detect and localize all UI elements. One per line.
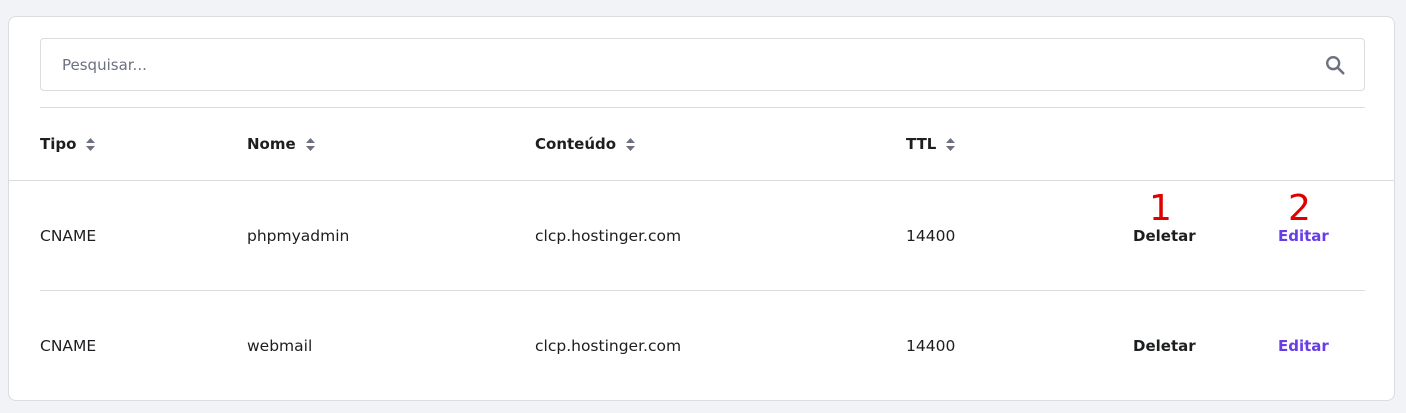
- column-header-nome[interactable]: Nome: [247, 135, 315, 153]
- cell-tipo: CNAME: [40, 227, 97, 245]
- sort-icon: [626, 137, 636, 151]
- delete-button[interactable]: Deletar: [1133, 336, 1196, 356]
- dns-records-card: Tipo Nome Conteúdo TTL CNAME phpmyadmin …: [8, 16, 1395, 401]
- search-icon[interactable]: [1324, 54, 1346, 76]
- cell-conteudo: clcp.hostinger.com: [535, 337, 682, 355]
- column-header-label: TTL: [906, 135, 937, 153]
- sort-icon: [305, 137, 315, 151]
- column-header-label: Nome: [247, 135, 296, 153]
- column-header-label: Conteúdo: [535, 135, 617, 153]
- column-header-label: Tipo: [40, 135, 77, 153]
- cell-ttl: 14400: [906, 337, 956, 355]
- divider: [40, 107, 1365, 108]
- annotation-marker-1: 1: [1149, 188, 1172, 229]
- column-header-tipo[interactable]: Tipo: [40, 135, 96, 153]
- sort-icon: [946, 137, 956, 151]
- column-header-ttl[interactable]: TTL: [906, 135, 956, 153]
- row-divider: [40, 290, 1365, 291]
- delete-button[interactable]: Deletar: [1133, 226, 1196, 246]
- edit-button[interactable]: Editar: [1278, 336, 1329, 356]
- cell-ttl: 14400: [906, 227, 956, 245]
- cell-conteudo: clcp.hostinger.com: [535, 227, 682, 245]
- header-divider: [9, 180, 1394, 181]
- column-header-conteudo[interactable]: Conteúdo: [535, 135, 636, 153]
- sort-icon: [86, 137, 96, 151]
- annotation-marker-2: 2: [1288, 188, 1311, 229]
- cell-tipo: CNAME: [40, 337, 97, 355]
- cell-nome: phpmyadmin: [247, 227, 350, 245]
- search-box[interactable]: [40, 38, 1365, 91]
- cell-nome: webmail: [247, 337, 313, 355]
- search-input[interactable]: [41, 39, 1311, 90]
- edit-button[interactable]: Editar: [1278, 226, 1329, 246]
